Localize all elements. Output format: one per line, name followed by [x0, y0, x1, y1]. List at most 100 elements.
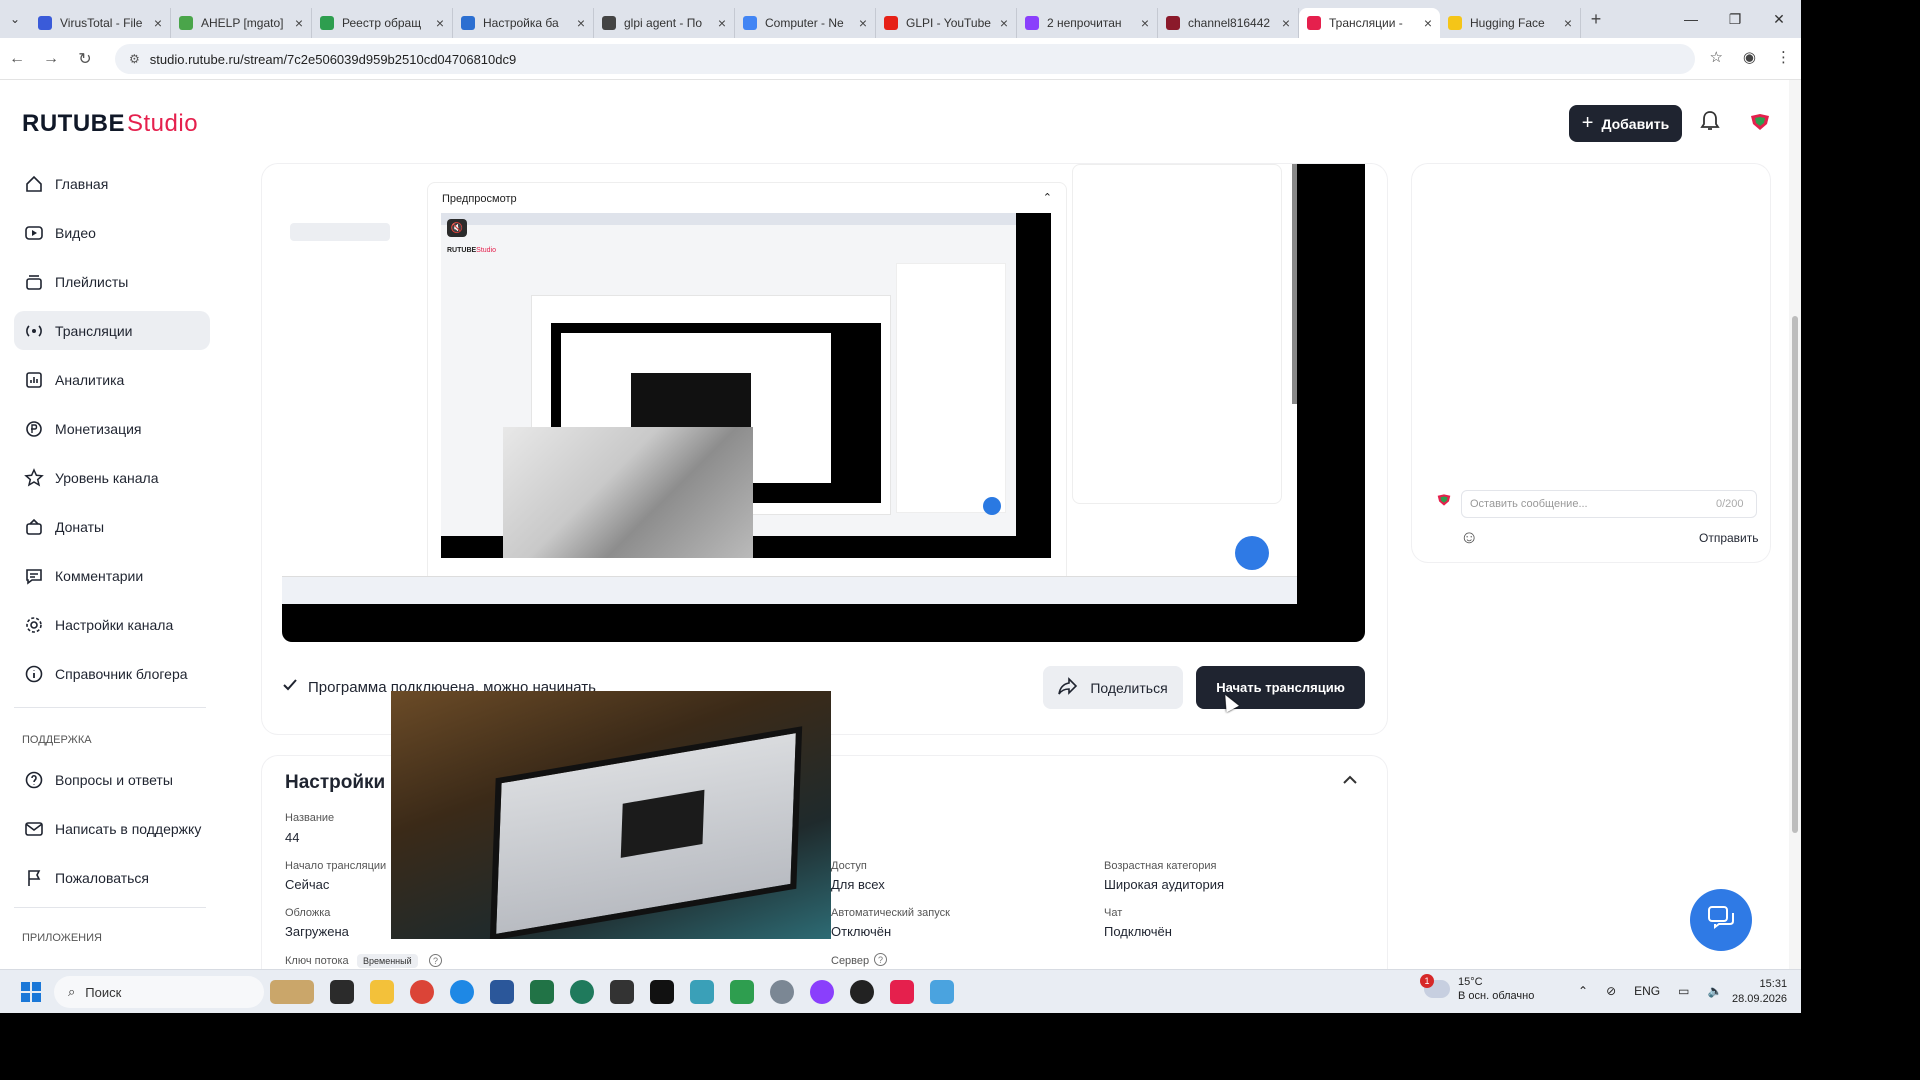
sidebar-item[interactable]: Монетизация [14, 409, 210, 448]
address-bar[interactable]: ⚙ studio.rutube.ru/stream/7c2e506039d959… [115, 44, 1695, 74]
sidebar-support-item[interactable]: Вопросы и ответы [14, 760, 210, 799]
close-window-icon[interactable]: ✕ [1757, 0, 1801, 38]
page-scrollbar[interactable] [1789, 80, 1801, 970]
tab-close-icon[interactable]: × [577, 15, 585, 31]
taskbar-search[interactable]: ⌕ Поиск [54, 976, 264, 1008]
mute-icon[interactable]: 🔇 [447, 219, 467, 237]
weather-widget[interactable]: 1 15°C В осн. облачно [1420, 974, 1534, 1003]
tab-favicon-icon [179, 16, 193, 30]
tab-search-chevron-icon[interactable]: ⌄ [0, 0, 30, 38]
browser-tab[interactable]: channel816442 × [1158, 8, 1299, 38]
app-icon-7[interactable] [930, 980, 954, 1004]
word-icon[interactable] [490, 980, 514, 1004]
profile-icon[interactable]: ◉ [1743, 48, 1756, 66]
excel-icon[interactable] [530, 980, 554, 1004]
notifications-bell-icon[interactable] [1700, 110, 1720, 138]
browser-tab[interactable]: 2 непрочитан × [1017, 8, 1158, 38]
monitor-icon[interactable]: ▭ [1678, 984, 1689, 998]
sidebar-item[interactable]: Главная [14, 164, 210, 203]
restore-icon[interactable]: ❐ [1713, 0, 1757, 38]
user-avatar[interactable] [1749, 112, 1771, 132]
stream-preview-player[interactable]: Предпросмотр ⌃ RUTUBEStudio 🔇 [282, 164, 1365, 642]
volume-icon[interactable]: 🔈 [1707, 984, 1722, 998]
tab-close-icon[interactable]: × [154, 15, 162, 31]
tab-close-icon[interactable]: × [295, 15, 303, 31]
chevron-up-icon[interactable]: ⌃ [1043, 191, 1052, 204]
tab-close-icon[interactable]: × [859, 15, 867, 31]
settings-app-icon[interactable] [770, 980, 794, 1004]
tab-close-icon[interactable]: × [1282, 15, 1290, 31]
tab-close-icon[interactable]: × [436, 15, 444, 31]
app-icon-1[interactable] [570, 980, 594, 1004]
browser-tab[interactable]: GLPI - YouTube × [876, 8, 1017, 38]
sidebar-item[interactable]: Справочник блогера [14, 654, 210, 693]
tab-close-icon[interactable]: × [1424, 15, 1432, 31]
sidebar-item[interactable]: Трансляции [14, 311, 210, 350]
news-widget-icon[interactable] [270, 980, 314, 1004]
share-button[interactable]: Поделиться [1043, 666, 1183, 709]
tray-overflow-icon[interactable]: ⌃ [1578, 984, 1588, 998]
sidebar-item[interactable]: Аналитика [14, 360, 210, 399]
sidebar-item-label: Главная [55, 175, 109, 192]
emoji-icon[interactable]: ☺ [1460, 527, 1478, 548]
sidebar-item[interactable]: Донаты [14, 507, 210, 546]
help-question-icon[interactable]: ? [429, 954, 442, 967]
browser-tab[interactable]: Трансляции - × [1299, 8, 1440, 38]
sidebar-support-item[interactable]: Пожаловаться [14, 858, 210, 897]
sidebar-support-item[interactable]: Написать в поддержку [14, 809, 210, 848]
sidebar-item[interactable]: Видео [14, 213, 210, 252]
tab-close-icon[interactable]: × [1000, 15, 1008, 31]
browser-menu-icon[interactable]: ⋮ [1776, 48, 1791, 66]
file-explorer-icon[interactable] [370, 980, 394, 1004]
new-tab-button[interactable]: + [1581, 9, 1611, 30]
windows-taskbar: ⌕ Поиск 1 15°C В осн. облачно ⌃ ⊘ ENG ▭ … [0, 969, 1801, 1013]
browser-tab[interactable]: AHELP [mgato] × [171, 8, 312, 38]
browser-tab[interactable]: Настройка ба × [453, 8, 594, 38]
chat-send-button[interactable]: Отправить [1699, 531, 1759, 545]
sidebar-item[interactable]: Плейлисты [14, 262, 210, 301]
browser-tab[interactable]: Computer - Ne × [735, 8, 876, 38]
app-icon-2[interactable] [610, 980, 634, 1004]
chat-message-input[interactable]: Оставить сообщение... [1461, 490, 1757, 518]
network-icon[interactable]: ⊘ [1606, 984, 1616, 998]
sidebar-item[interactable]: Комментарии [14, 556, 210, 595]
edge-icon[interactable] [450, 980, 474, 1004]
language-indicator[interactable]: ENG [1634, 984, 1660, 998]
app-icon-5[interactable] [850, 980, 874, 1004]
browser-tab[interactable]: Hugging Face × [1440, 8, 1581, 38]
app-icon-notes[interactable] [690, 980, 714, 1004]
chrome-icon[interactable] [410, 980, 434, 1004]
bookmark-star-icon[interactable]: ☆ [1709, 48, 1722, 66]
task-view-icon[interactable] [330, 980, 354, 1004]
rutube-studio-logo[interactable]: RUTUBEStudio [22, 110, 198, 138]
taskbar-search-label: Поиск [85, 984, 122, 1000]
tab-close-icon[interactable]: × [1141, 15, 1149, 31]
windows-start-icon[interactable] [21, 982, 41, 1002]
browser-tab[interactable]: VirusTotal - File × [30, 8, 171, 38]
taskbar-clock[interactable]: 15:31 28.09.2026 [1732, 977, 1787, 1007]
tab-close-icon[interactable]: × [718, 15, 726, 31]
scrollbar-thumb[interactable] [1792, 316, 1798, 833]
app-icon-6[interactable] [890, 980, 914, 1004]
sidebar-item[interactable]: Уровень канала [14, 458, 210, 497]
minimize-icon[interactable]: — [1669, 0, 1713, 38]
tab-close-icon[interactable]: × [1564, 15, 1572, 31]
server-help-icon[interactable]: ? [874, 953, 887, 966]
taskbar-apps [270, 980, 954, 1004]
forward-icon[interactable]: → [34, 50, 68, 68]
start-stream-label: Начать трансляцию [1216, 680, 1345, 695]
site-info-icon[interactable]: ⚙ [129, 52, 140, 66]
support-chat-button[interactable] [1690, 889, 1752, 951]
url-text: studio.rutube.ru/stream/7c2e506039d959b2… [149, 51, 517, 67]
app-icon-4[interactable] [810, 980, 834, 1004]
sidebar-item[interactable]: Настройки канала [14, 605, 210, 644]
chevron-up-icon[interactable] [1342, 772, 1358, 790]
app-icon-3[interactable] [730, 980, 754, 1004]
cover-label: Обложка [285, 907, 331, 919]
add-button[interactable]: + Добавить [1569, 105, 1682, 142]
app-icon-h[interactable] [650, 980, 674, 1004]
browser-tab[interactable]: glpi agent - По × [594, 8, 735, 38]
back-icon[interactable]: ← [0, 50, 34, 68]
browser-tab[interactable]: Реестр обращ × [312, 8, 453, 38]
reload-icon[interactable]: ↻ [68, 49, 102, 69]
